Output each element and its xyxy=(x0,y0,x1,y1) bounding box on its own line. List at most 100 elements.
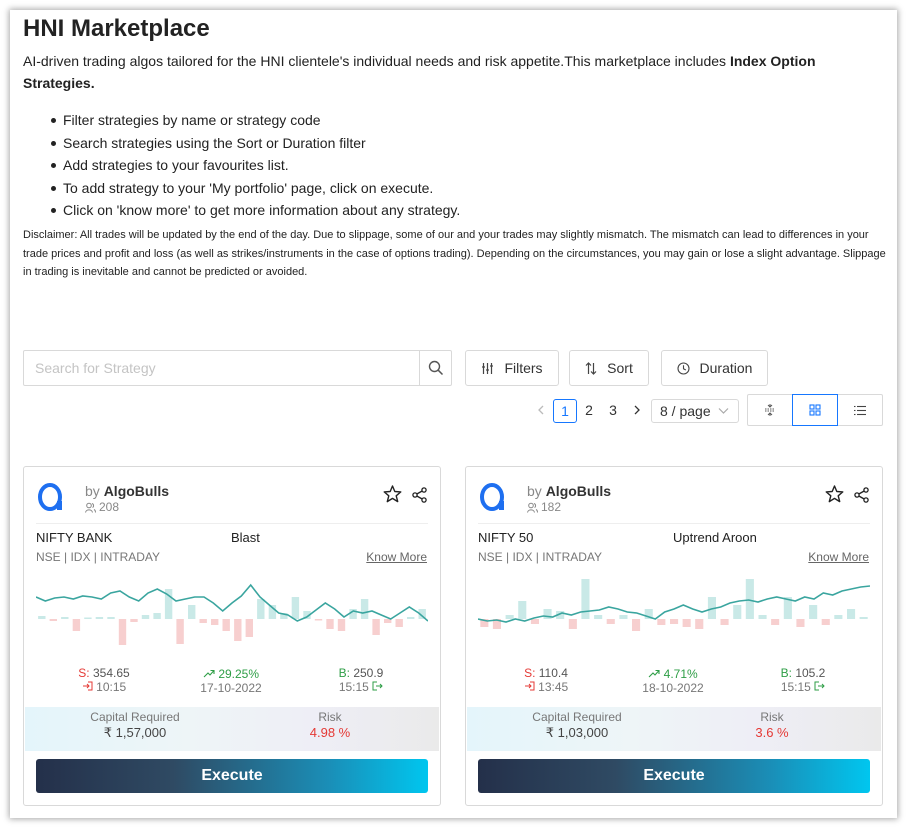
subscriber-count: 182 xyxy=(527,500,561,514)
chart-bar xyxy=(733,605,742,619)
list-view-button[interactable] xyxy=(838,395,882,425)
chart-bar xyxy=(796,619,805,627)
entry-time: 10:15 xyxy=(96,680,127,694)
chart-bar xyxy=(657,619,666,625)
chart-bar xyxy=(222,619,230,631)
capital-label: Capital Required xyxy=(532,710,622,724)
chart-bar xyxy=(337,619,346,631)
chart-bar xyxy=(245,619,253,637)
instruction-item: To add strategy to your 'My portfolio' p… xyxy=(23,177,883,200)
filters-button[interactable]: Filters xyxy=(465,350,559,386)
next-page-button[interactable] xyxy=(630,399,644,423)
sell-stat: S: 110.4 13:45 xyxy=(496,666,596,694)
filters-label: Filters xyxy=(504,360,543,376)
exit-icon xyxy=(814,681,825,691)
buy-label: B: xyxy=(338,666,350,680)
author-line: by AlgoBulls xyxy=(527,483,611,499)
chart-bar xyxy=(118,619,127,645)
risk-label: Risk xyxy=(318,710,342,724)
execute-button[interactable]: Execute xyxy=(36,759,428,793)
page-size-select[interactable]: 8 / page xyxy=(651,399,739,423)
chart-bar xyxy=(95,617,104,619)
favourite-star-icon[interactable] xyxy=(383,485,402,503)
chart-bar xyxy=(130,619,138,622)
entry-time: 13:45 xyxy=(538,680,569,694)
exchange-info: NSE | IDX | INTRADAY xyxy=(478,550,603,564)
instruction-item: Search strategies using the Sort or Dura… xyxy=(23,132,883,155)
clock-icon xyxy=(676,361,690,375)
favourite-star-icon[interactable] xyxy=(825,485,844,503)
share-icon[interactable] xyxy=(854,487,869,503)
chart-bar xyxy=(859,617,868,619)
page-2[interactable]: 2 xyxy=(581,399,597,423)
compact-view-button[interactable] xyxy=(748,395,792,425)
prev-page-button[interactable] xyxy=(534,399,548,423)
trend-up-icon xyxy=(648,669,660,678)
instruction-item: Click on 'know more' to get more informa… xyxy=(23,199,883,222)
subscriber-value: 208 xyxy=(99,500,120,514)
page-3[interactable]: 3 xyxy=(605,399,621,423)
chevron-left-icon xyxy=(538,405,544,415)
users-icon xyxy=(85,502,96,513)
share-icon[interactable] xyxy=(412,487,427,503)
capital-risk-band: Capital Required ₹ 1,57,000 Risk 4.98 % xyxy=(25,707,439,751)
buy-stat: B: 250.9 15:15 xyxy=(311,666,411,694)
pnl-stat: 4.71% 18-10-2022 xyxy=(623,667,723,695)
chart-bar xyxy=(176,619,184,644)
chart-bar xyxy=(670,619,679,624)
strategy-name: Uptrend Aroon xyxy=(673,530,757,545)
chart-bar xyxy=(581,579,590,619)
page-title: HNI Marketplace xyxy=(23,15,210,42)
chart-bar xyxy=(314,619,323,621)
pnl-percent: 4.71% xyxy=(663,667,698,681)
chart-bar xyxy=(234,619,242,641)
risk-value: 3.6 % xyxy=(755,725,789,740)
instruction-item: Add strategies to your favourites list. xyxy=(23,154,883,177)
strategy-card: by AlgoBulls 208 NIFTY BANK Blast NSE | … xyxy=(23,466,441,806)
chart-bar xyxy=(821,619,830,625)
capital-value: ₹ 1,57,000 xyxy=(103,725,167,740)
sell-label: S: xyxy=(524,666,536,680)
capital-value: ₹ 1,03,000 xyxy=(545,725,609,740)
chart-bar xyxy=(632,619,641,631)
instructions-list: Filter strategies by name or strategy co… xyxy=(23,109,883,222)
author-name: AlgoBulls xyxy=(545,483,612,499)
grid-view-button[interactable] xyxy=(792,394,838,426)
sell-stat: S: 354.65 10:15 xyxy=(54,666,154,694)
search-button[interactable] xyxy=(419,351,451,385)
by-prefix: by xyxy=(85,483,100,499)
chart-bar xyxy=(211,619,219,625)
execute-button[interactable]: Execute xyxy=(478,759,870,793)
chart-bar xyxy=(107,617,115,619)
chart-bar xyxy=(291,597,300,619)
filter-sliders-icon xyxy=(482,362,494,374)
page-1[interactable]: 1 xyxy=(553,399,577,423)
duration-button[interactable]: Duration xyxy=(661,350,768,386)
grid-icon xyxy=(809,404,821,416)
search-input[interactable] xyxy=(24,351,421,385)
instruction-item: Filter strategies by name or strategy co… xyxy=(23,109,883,132)
chart-bar xyxy=(372,619,380,635)
chart-bar xyxy=(518,601,527,619)
know-more-link[interactable]: Know More xyxy=(808,550,869,564)
chart-bar xyxy=(360,599,369,619)
disclaimer-text: Disclaimer: All trades will be updated b… xyxy=(23,229,886,278)
chart-bar xyxy=(153,613,161,619)
entry-icon xyxy=(82,681,93,691)
duration-label: Duration xyxy=(699,360,753,376)
chart-bar xyxy=(61,617,69,619)
chart-bar xyxy=(407,617,415,619)
sort-button[interactable]: Sort xyxy=(569,350,649,386)
pnl-stat: 29.25% 17-10-2022 xyxy=(181,667,281,695)
buy-price: 105.2 xyxy=(795,666,826,680)
chart-line xyxy=(36,583,428,622)
instrument-name: NIFTY BANK xyxy=(36,530,113,545)
buy-price: 250.9 xyxy=(353,666,384,680)
know-more-link[interactable]: Know More xyxy=(366,550,427,564)
card-divider xyxy=(478,523,870,524)
chart-bar xyxy=(72,619,81,631)
chart-bar xyxy=(505,615,514,619)
sell-price: 354.65 xyxy=(92,666,130,680)
sort-label: Sort xyxy=(607,360,633,376)
chart-bar xyxy=(199,619,207,623)
